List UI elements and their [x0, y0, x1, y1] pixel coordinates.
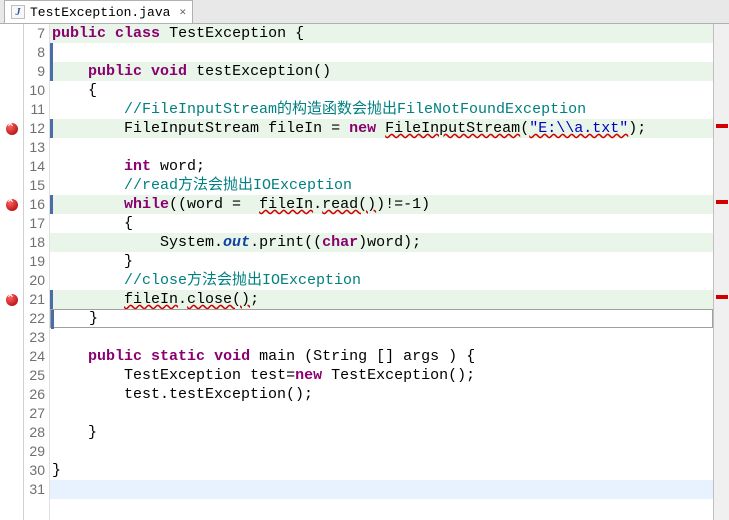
code-line[interactable]: while((word = fileIn.read())!=-1): [50, 195, 713, 214]
code-line[interactable]: }: [50, 461, 713, 480]
overview-error-mark[interactable]: [716, 124, 728, 128]
code-line[interactable]: }: [50, 423, 713, 442]
error-marker-icon[interactable]: [6, 294, 18, 306]
code-line[interactable]: //FileInputStream的构造函数会抛出FileNotFoundExc…: [50, 100, 713, 119]
code-line[interactable]: //close方法会抛出IOException: [50, 271, 713, 290]
code-line[interactable]: TestException test=new TestException();: [50, 366, 713, 385]
code-line[interactable]: [50, 43, 713, 62]
overview-ruler[interactable]: [713, 24, 729, 520]
close-icon[interactable]: ✕: [179, 5, 186, 19]
code-line[interactable]: public static void main (String [] args …: [50, 347, 713, 366]
code-line[interactable]: }: [50, 252, 713, 271]
java-file-icon: J: [11, 5, 25, 19]
code-line[interactable]: }: [50, 309, 713, 328]
code-line[interactable]: public class TestException {: [50, 24, 713, 43]
error-marker-icon[interactable]: [6, 199, 18, 211]
code-area[interactable]: public class TestException { public void…: [50, 24, 713, 520]
overview-error-mark[interactable]: [716, 200, 728, 204]
code-line[interactable]: public void testException(): [50, 62, 713, 81]
error-marker-icon[interactable]: [6, 123, 18, 135]
editor-tabbar: J TestException.java ✕: [0, 0, 729, 24]
code-line[interactable]: [50, 138, 713, 157]
tab-filename: TestException.java: [30, 5, 170, 20]
code-line[interactable]: [50, 404, 713, 423]
code-line[interactable]: //read方法会抛出IOException: [50, 176, 713, 195]
code-line[interactable]: int word;: [50, 157, 713, 176]
code-line[interactable]: {: [50, 81, 713, 100]
line-number-ruler: 7 8 9 10 11 12 13 14 15 16 17 18 19 20 2…: [24, 24, 50, 520]
code-line[interactable]: FileInputStream fileIn = new FileInputSt…: [50, 119, 713, 138]
marker-gutter: [0, 24, 24, 520]
code-line[interactable]: test.testException();: [50, 385, 713, 404]
code-line[interactable]: [50, 480, 713, 499]
code-line[interactable]: [50, 442, 713, 461]
code-line[interactable]: {: [50, 214, 713, 233]
code-line[interactable]: fileIn.close();: [50, 290, 713, 309]
code-line[interactable]: [50, 328, 713, 347]
overview-error-mark[interactable]: [716, 295, 728, 299]
file-tab[interactable]: J TestException.java ✕: [4, 0, 193, 23]
code-editor[interactable]: 7 8 9 10 11 12 13 14 15 16 17 18 19 20 2…: [0, 24, 729, 520]
code-line[interactable]: System.out.print((char)word);: [50, 233, 713, 252]
